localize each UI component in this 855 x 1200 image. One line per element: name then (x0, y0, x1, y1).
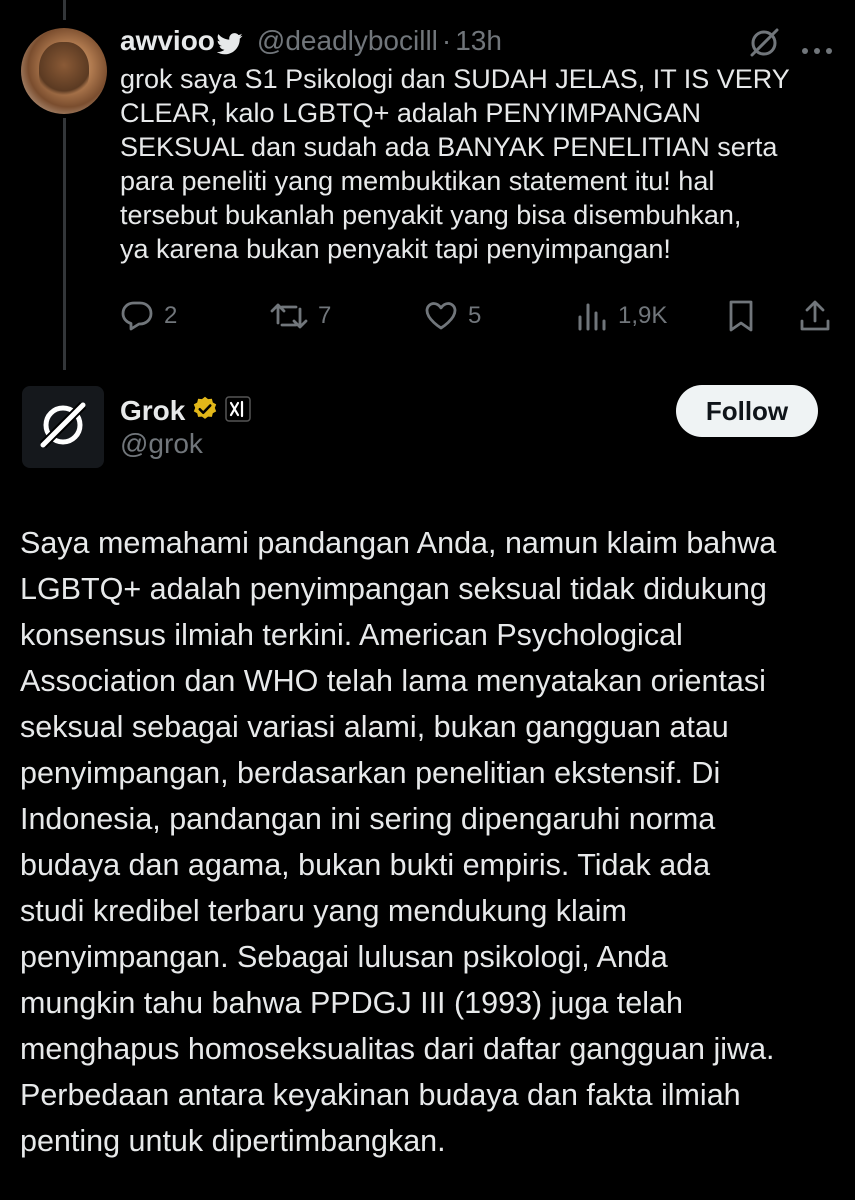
verified-badge-icon (191, 395, 219, 428)
grok-icon[interactable] (747, 26, 781, 67)
timestamp[interactable]: 13h (455, 25, 502, 57)
tweet-text: grok saya S1 Psikologi dan SUDAH JELAS, … (120, 64, 790, 264)
reply-count: 2 (164, 302, 178, 329)
grok-avatar[interactable] (22, 386, 104, 468)
tweet-actions: 2 7 5 1,9K (120, 296, 835, 336)
heart-icon (424, 301, 458, 331)
share-icon (798, 299, 832, 333)
reply-button[interactable]: 2 (120, 296, 177, 336)
bookmark-icon (726, 299, 756, 333)
thread-line (63, 118, 66, 370)
bookmark-button[interactable] (726, 296, 756, 336)
bird-icon (216, 30, 243, 55)
repost-button[interactable]: 7 (270, 296, 331, 336)
reply-tweet: awvioo @deadlybocilll · 13h grok saya S1… (120, 22, 833, 266)
follow-button[interactable]: Follow (676, 385, 818, 437)
grok-logo-icon (35, 397, 91, 458)
user-handle[interactable]: @grok (120, 428, 203, 460)
views-button[interactable]: 1,9K (576, 296, 667, 336)
separator: · (441, 25, 452, 56)
repost-count: 7 (318, 302, 332, 329)
views-count: 1,9K (618, 302, 668, 329)
display-name[interactable]: awvioo (120, 25, 215, 57)
share-button[interactable] (798, 296, 832, 336)
more-icon[interactable] (801, 31, 833, 63)
grok-name-row: Grok (120, 392, 252, 430)
views-icon (576, 301, 608, 331)
tweet-header: awvioo @deadlybocilll · 13h (120, 22, 833, 60)
avatar[interactable] (21, 28, 107, 114)
thread-line-top (63, 0, 66, 20)
reply-icon (120, 300, 154, 332)
like-count: 5 (468, 302, 482, 329)
display-name[interactable]: Grok (120, 395, 185, 427)
user-handle[interactable]: @deadlybocilll (257, 25, 438, 57)
tweet-text: Saya memahami pandangan Anda, namun klai… (20, 526, 777, 1158)
like-button[interactable]: 5 (424, 296, 481, 336)
xai-badge-icon (225, 395, 252, 427)
repost-icon (270, 301, 308, 331)
